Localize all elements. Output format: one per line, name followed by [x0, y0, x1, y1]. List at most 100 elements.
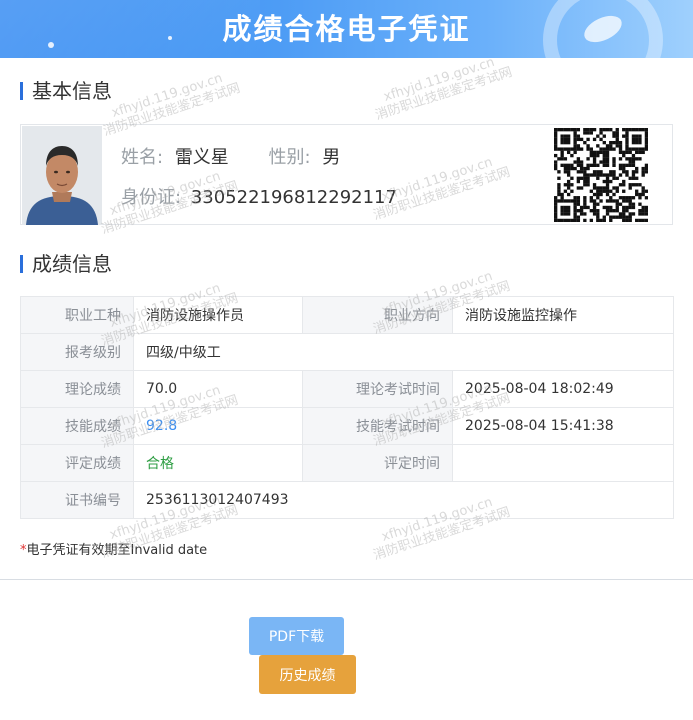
qr-module [605, 212, 610, 216]
theory-score-value: 70.0 [133, 370, 303, 408]
qr-module [628, 147, 632, 151]
qr-module [586, 183, 590, 187]
theory-exam-time-label: 理论考试时间 [302, 370, 453, 408]
qr-module [576, 147, 581, 151]
qr-module [596, 163, 600, 167]
qr-module [573, 137, 577, 142]
qr-module [641, 205, 645, 210]
qr-module [576, 134, 581, 138]
history-scores-button[interactable]: 历史成绩 [259, 655, 356, 694]
qr-module [615, 202, 619, 206]
qr-module [573, 147, 577, 151]
qr-module [622, 199, 626, 203]
qr-module [596, 144, 600, 148]
qr-module [566, 140, 571, 145]
basic-info-title: 基本信息 [20, 79, 112, 103]
qr-module [605, 160, 610, 164]
qr-module [573, 202, 577, 206]
qr-module [644, 131, 649, 135]
qr-module [592, 209, 597, 213]
qr-module [573, 128, 577, 132]
qr-module [638, 183, 642, 187]
qr-module [622, 170, 626, 174]
qr-module [599, 128, 603, 132]
qr-module [592, 137, 597, 142]
qr-module [631, 128, 636, 132]
qr-module [589, 218, 593, 223]
qr-module [557, 183, 561, 187]
validity-note: *电子凭证有效期至Invalid date [20, 539, 207, 558]
qr-module [566, 147, 571, 151]
qr-module [586, 157, 590, 161]
qr-module [560, 196, 564, 200]
qr-module [615, 128, 619, 132]
qr-module [570, 189, 574, 193]
qr-module [592, 150, 597, 155]
qr-module [618, 157, 623, 161]
qr-module [570, 218, 574, 223]
qr-module [573, 205, 577, 210]
qr-module [596, 215, 600, 219]
assessment-time-value [452, 444, 674, 482]
qr-module [599, 131, 603, 135]
qr-module [554, 166, 558, 171]
name-label: 姓名: [121, 147, 164, 168]
name-value: 雷义星 [174, 147, 229, 168]
qr-module [631, 170, 636, 174]
qr-module [583, 166, 587, 171]
qr-module [602, 163, 606, 167]
qr-module [563, 183, 568, 187]
pdf-download-button[interactable]: PDF下载 [249, 617, 344, 655]
qr-module [596, 202, 600, 206]
skill-exam-time-label: 技能考试时间 [302, 407, 453, 445]
qr-module [576, 186, 581, 190]
qr-module [638, 140, 642, 145]
qr-module [566, 134, 571, 138]
qr-module [641, 192, 645, 197]
qr-module [625, 218, 629, 223]
qr-module [605, 209, 610, 213]
assessment-time-label: 评定时间 [302, 444, 453, 482]
qr-module [628, 186, 632, 190]
qr-module [583, 202, 587, 206]
qr-module [599, 173, 603, 177]
qr-module [599, 218, 603, 223]
qr-module [570, 147, 574, 151]
qr-module [602, 140, 606, 145]
qr-module [615, 215, 619, 219]
qr-module [579, 186, 584, 190]
qr-module [631, 137, 636, 142]
qr-module [605, 163, 610, 167]
qr-module [631, 183, 636, 187]
qr-module [618, 212, 623, 216]
qr-module [576, 144, 581, 148]
qr-module [554, 134, 558, 138]
qr-module [609, 205, 613, 210]
qr-module [583, 196, 587, 200]
qr-module [612, 173, 616, 177]
qr-module [602, 128, 606, 132]
qr-module [579, 205, 584, 210]
qr-module [628, 176, 632, 180]
qr-module [602, 189, 606, 193]
qr-module [579, 176, 584, 180]
qr-module [563, 147, 568, 151]
qr-module [622, 163, 626, 167]
qr-module [605, 173, 610, 177]
qr-module [554, 144, 558, 148]
qr-module [589, 128, 593, 132]
qr-module [625, 173, 629, 177]
qr-module [586, 173, 590, 177]
certificate-number-value: 2536113012407493 [133, 481, 674, 519]
qr-module [592, 160, 597, 164]
qr-module [592, 192, 597, 197]
qr-module [554, 163, 558, 167]
qr-module [605, 157, 610, 161]
qr-module [625, 131, 629, 135]
qr-module [566, 179, 571, 184]
qr-module [563, 212, 568, 216]
qr-module [592, 199, 597, 203]
qr-module [560, 140, 564, 145]
id-row: 身份证: 330522196812292117 [121, 183, 397, 209]
qr-module [583, 170, 587, 174]
